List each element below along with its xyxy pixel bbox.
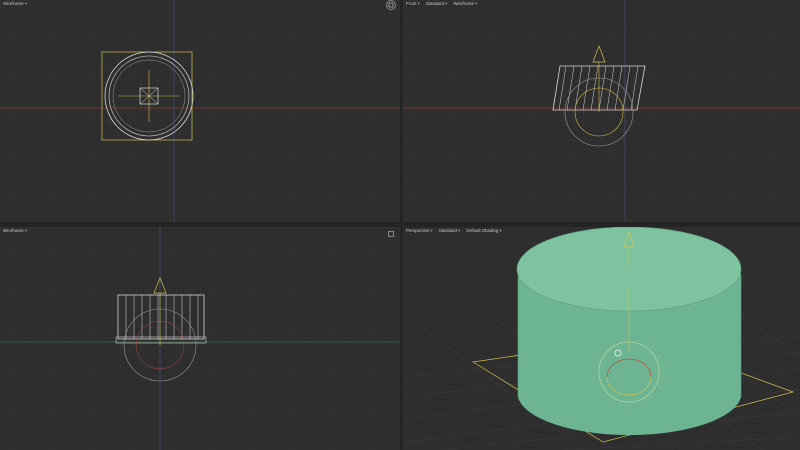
maximize-viewport-icon[interactable] — [388, 231, 394, 237]
viewport-perspective[interactable]: Perspective▾ Standard▾ Default Shading▾ — [403, 227, 800, 450]
viewport-front-scene — [403, 0, 800, 222]
viewport-perspective-view-menu[interactable]: Perspective▾ — [406, 228, 433, 234]
viewport-front-style-menu[interactable]: Standard▾ — [426, 1, 448, 7]
viewport-front-view-menu[interactable]: Front▾ — [406, 1, 420, 7]
viewport-front-header: Front▾ Standard▾ Wireframe▾ — [406, 1, 477, 7]
viewport-nav-icon[interactable] — [386, 0, 396, 10]
viewport-left[interactable]: Wireframe▾ — [0, 227, 400, 450]
viewport-area: Wireframe▾ Front▾ Standard▾ Wireframe▾ W… — [0, 0, 800, 450]
viewport-left-scene — [0, 227, 400, 450]
viewport-perspective-scene — [403, 227, 800, 450]
viewport-left-header: Wireframe▾ — [3, 228, 27, 234]
viewport-top-header: Wireframe▾ — [3, 1, 27, 7]
viewport-left-shading-menu[interactable]: Wireframe▾ — [3, 228, 27, 234]
viewport-front[interactable]: Front▾ Standard▾ Wireframe▾ — [403, 0, 800, 222]
viewport-top-shading-menu[interactable]: Wireframe▾ — [3, 1, 27, 7]
viewport-top-scene — [0, 0, 400, 222]
viewport-perspective-shading-menu[interactable]: Default Shading▾ — [466, 228, 501, 234]
viewport-perspective-header: Perspective▾ Standard▾ Default Shading▾ — [406, 228, 502, 234]
viewport-top[interactable]: Wireframe▾ — [0, 0, 400, 222]
viewport-front-shading-menu[interactable]: Wireframe▾ — [453, 1, 477, 7]
viewport-perspective-style-menu[interactable]: Standard▾ — [439, 228, 461, 234]
viewport-divider-horizontal[interactable] — [0, 222, 800, 227]
